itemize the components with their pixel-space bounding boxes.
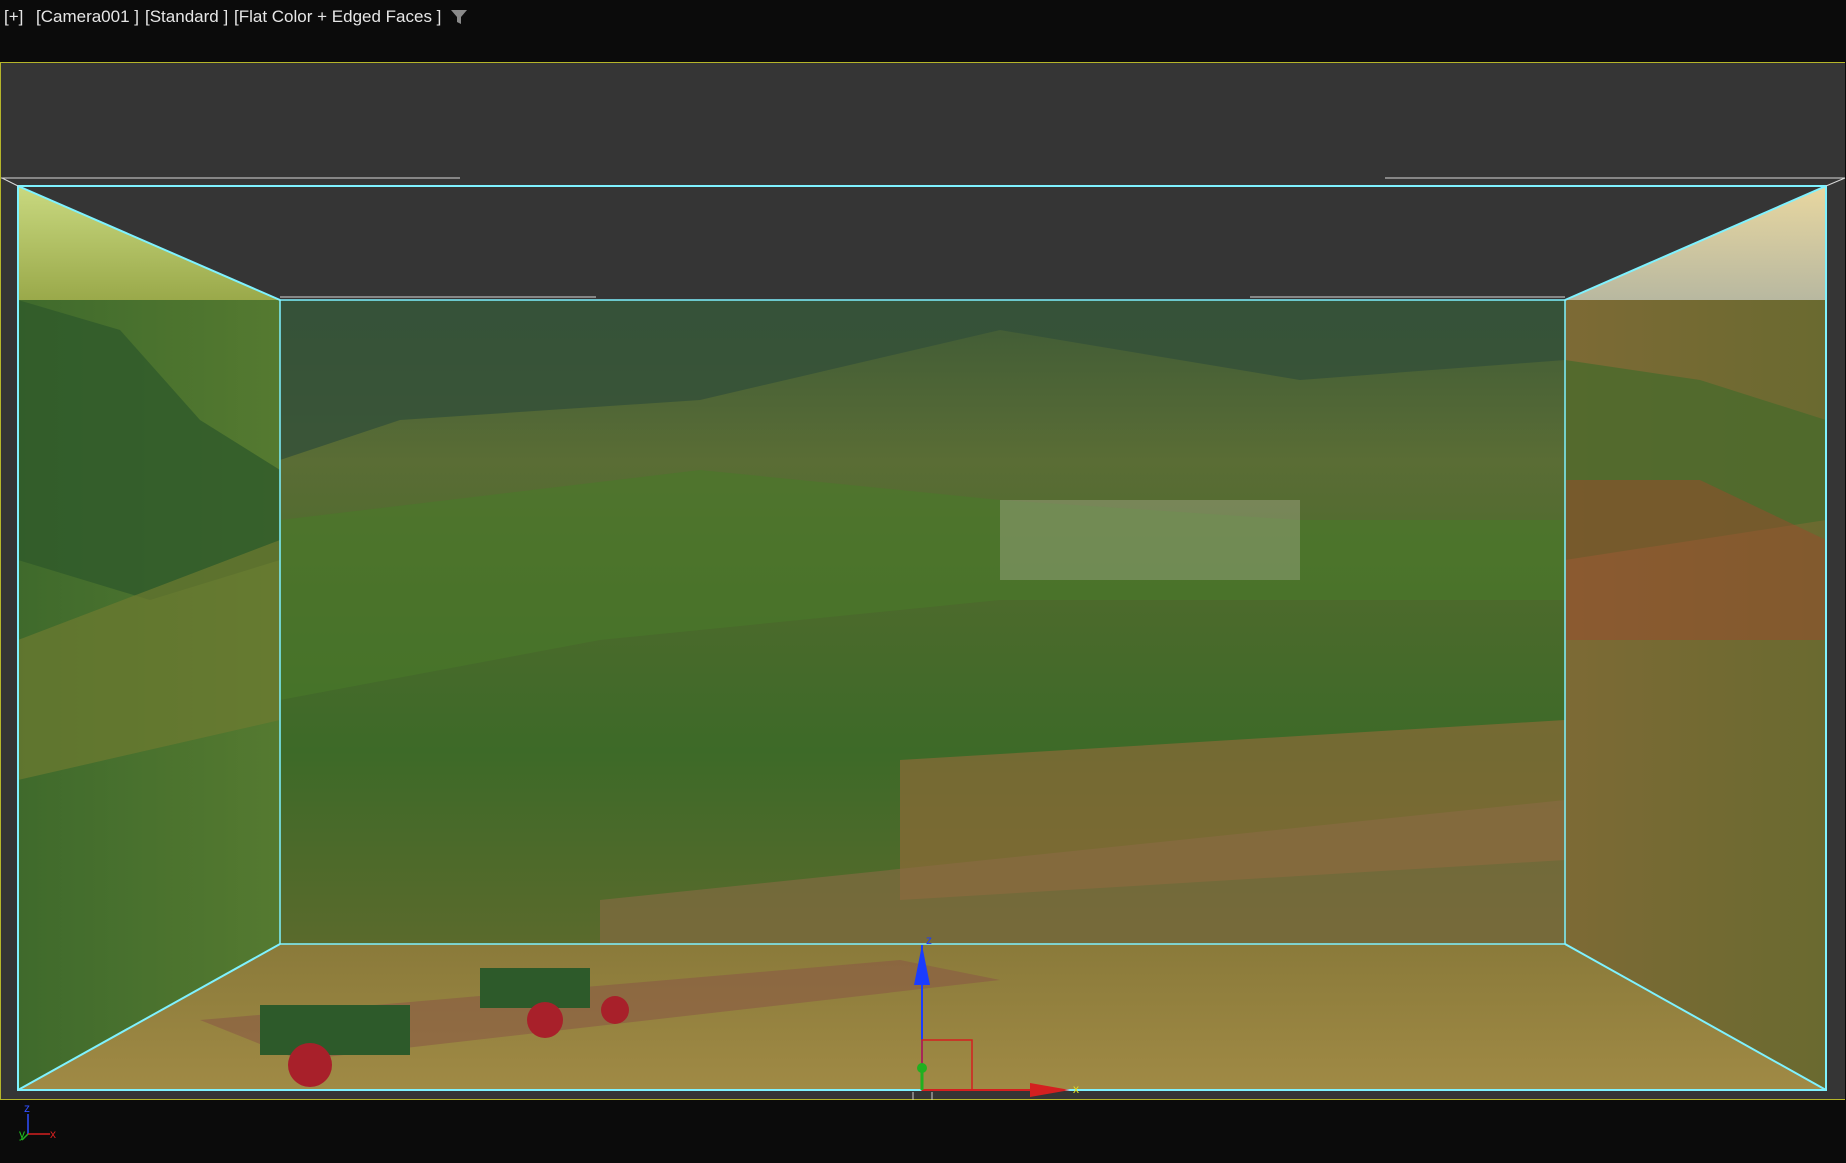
- gizmo-y-handle[interactable]: [917, 1063, 927, 1073]
- back-wall-village: [1000, 500, 1300, 580]
- tripod-x-label: x: [50, 1127, 56, 1141]
- gizmo-x-label: x: [1073, 1082, 1079, 1096]
- gizmo-z-label: z: [926, 933, 932, 947]
- tripod-y-label: y: [19, 1127, 25, 1141]
- tripod-z-label: z: [24, 1101, 30, 1115]
- camera-viewport-scene[interactable]: z x: [0, 0, 1846, 1163]
- axis-tripod-icon: z y x: [19, 1101, 56, 1141]
